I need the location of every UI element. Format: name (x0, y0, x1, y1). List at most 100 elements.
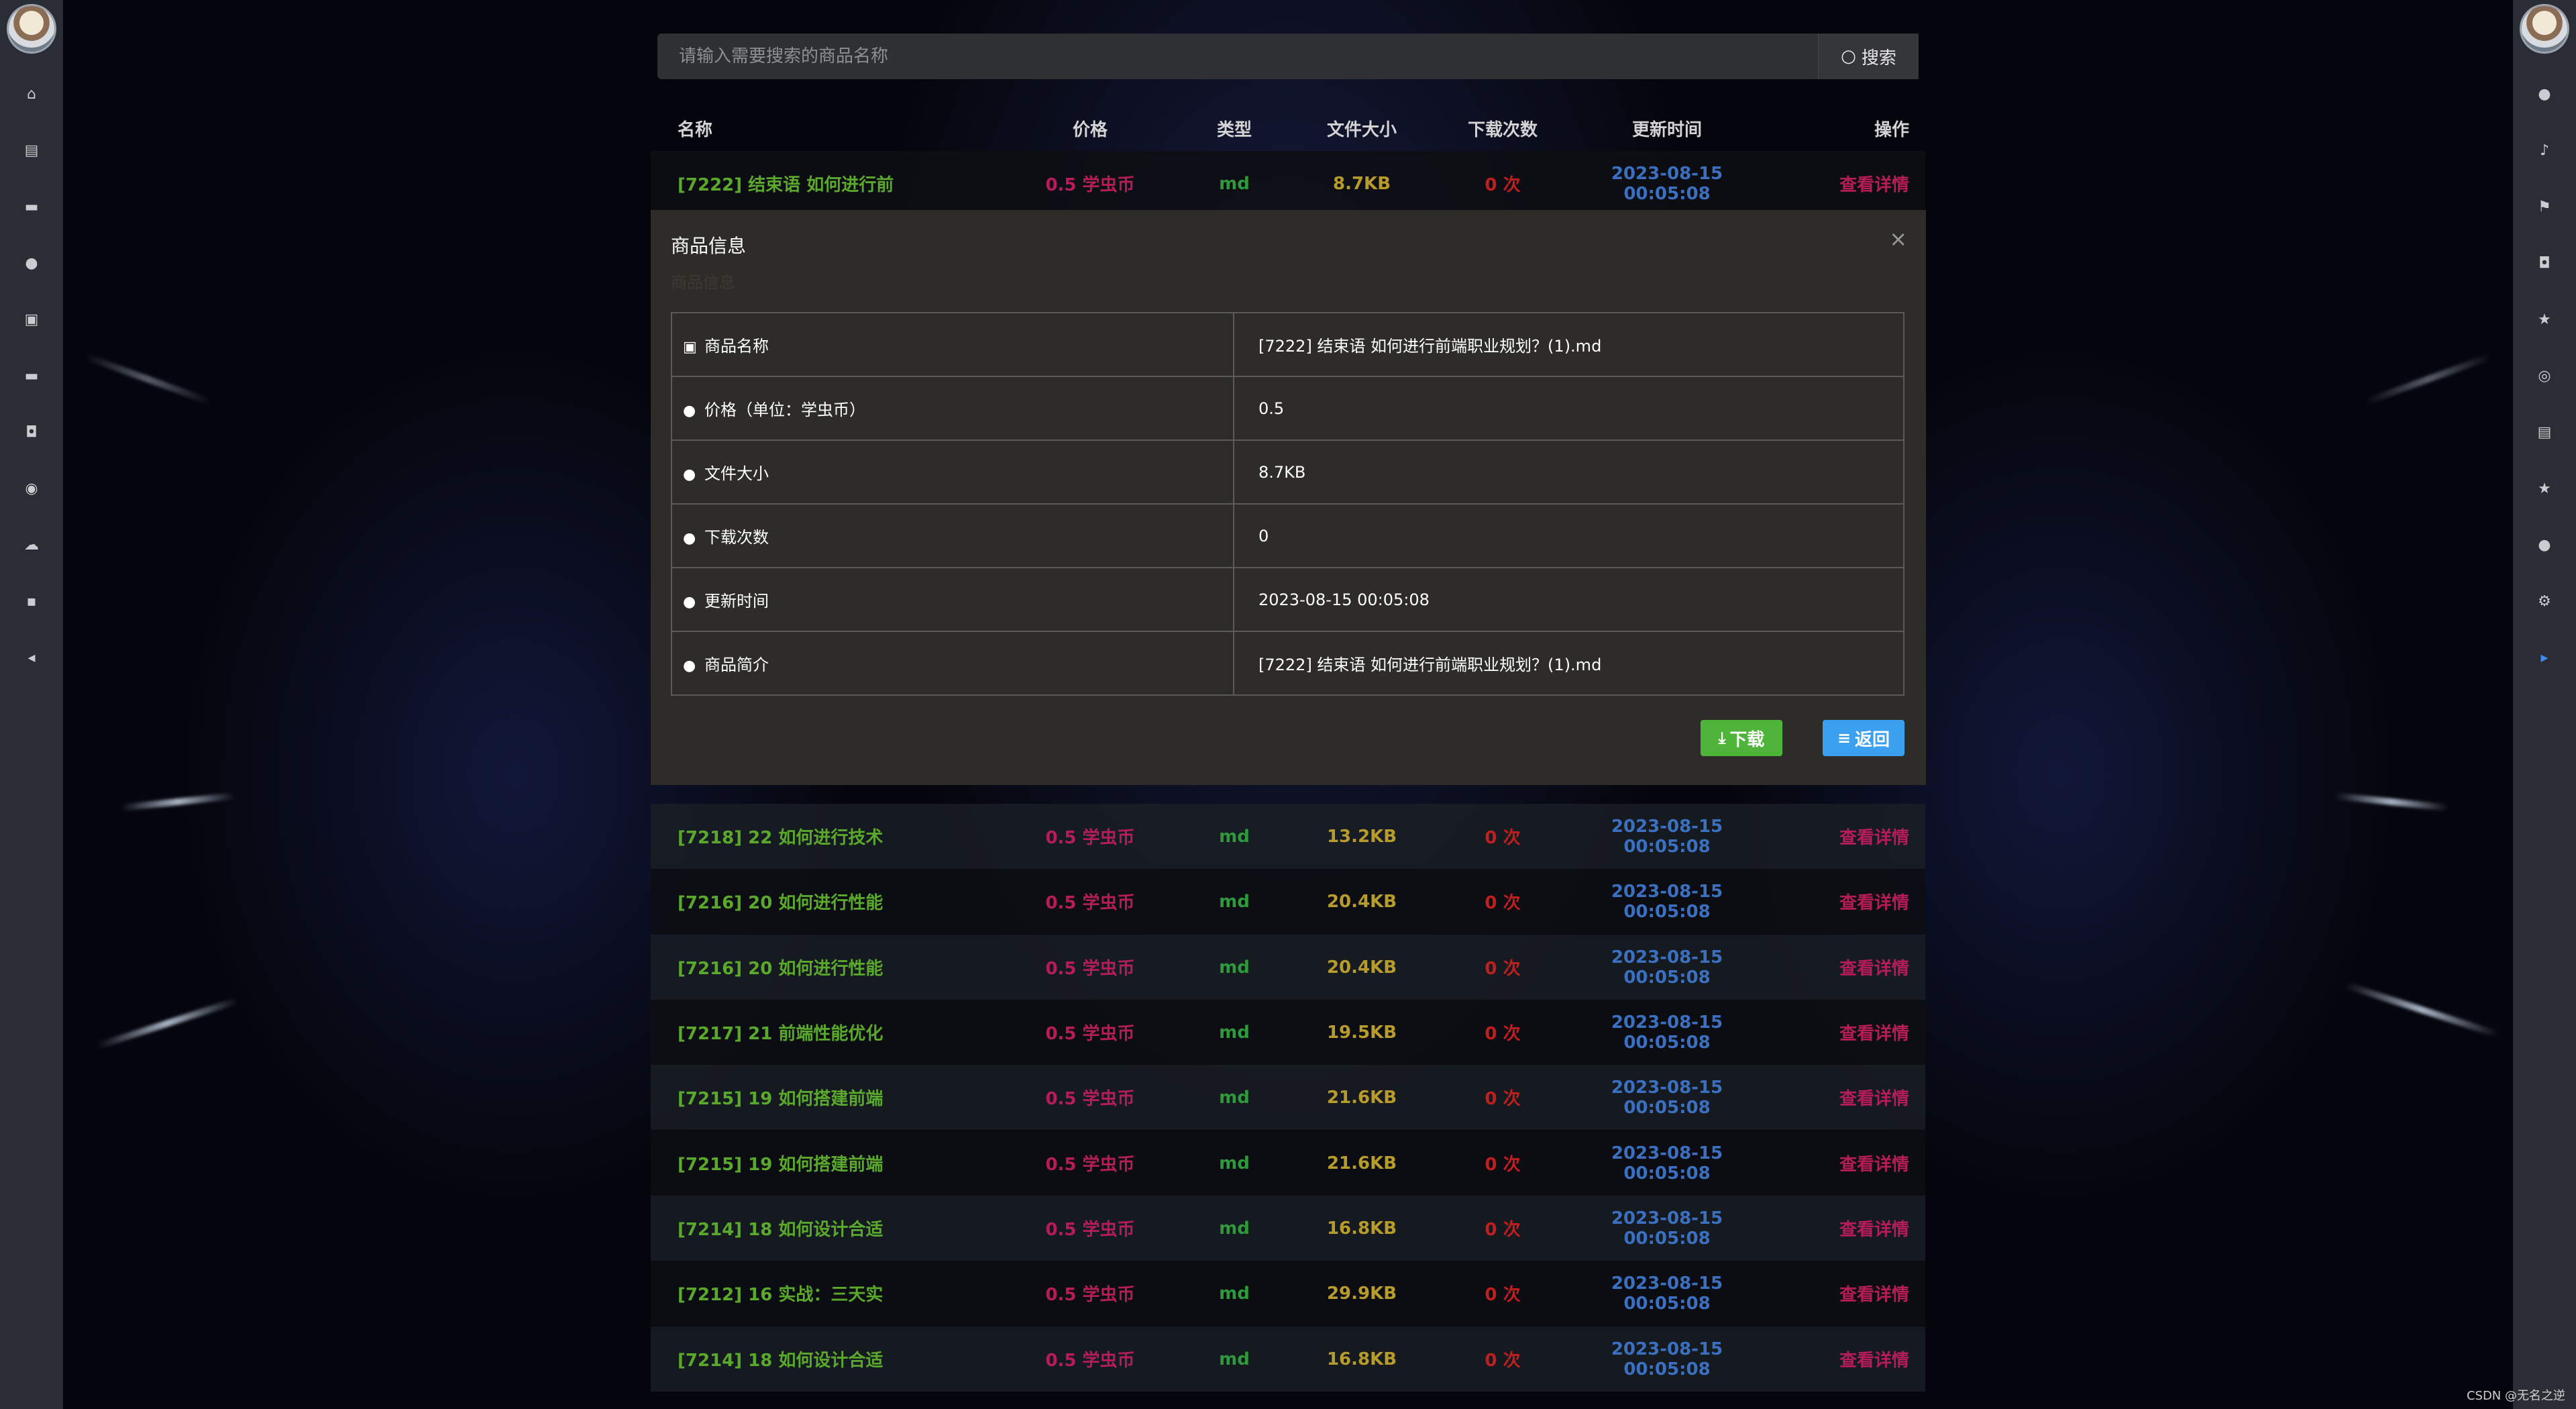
view-details-link[interactable]: 查看详情 (1758, 1085, 1925, 1110)
row-name: [7218] 22 如何进行技术 (678, 828, 883, 848)
info-row: ▣ 商品名称 [7222] 结束语 如何进行前端职业规划？(1).md (671, 312, 1904, 377)
life-ring-icon[interactable]: ◎ (2513, 362, 2576, 389)
document-icon[interactable]: ▤ (2513, 419, 2576, 446)
search-input[interactable] (657, 34, 1798, 79)
download-icon: ⤓ (1718, 729, 1726, 747)
close-icon[interactable]: × (1889, 226, 1907, 252)
search-icon: ○ (1841, 46, 1856, 66)
row-type: md (1219, 826, 1250, 847)
header-downloads: 下载次数 (1467, 119, 1538, 140)
info-row: ● 更新时间 2023-08-15 00:05:08 (671, 567, 1904, 632)
table-row: [7212] 16 实战：三天实 0.5 学虫币 md 29.9KB 0 次 2023-0… (651, 1261, 1925, 1326)
background-light-streak (120, 792, 235, 811)
view-details-link[interactable]: 查看详情 (1758, 1020, 1925, 1045)
info-row: ● 价格（单位：学虫币） 0.5 (671, 376, 1904, 441)
info-label-cell: ● 文件大小 (671, 439, 1234, 505)
view-details-link[interactable]: 查看详情 (1758, 1151, 1925, 1176)
monitor-icon[interactable]: ▬ (0, 362, 63, 389)
star-icon[interactable]: ★ (2513, 306, 2576, 333)
clipboard-icon[interactable]: ▣ (0, 306, 63, 333)
row-price: 0.5 学虫币 (1045, 1351, 1135, 1371)
row-downloads: 0 次 (1485, 1155, 1521, 1175)
row-type: md (1219, 1022, 1250, 1043)
row-size: 13.2KB (1326, 826, 1397, 847)
row-downloads: 0 次 (1485, 1351, 1521, 1371)
flag-icon[interactable]: ⚑ (2513, 193, 2576, 220)
row-type: md (1219, 957, 1250, 978)
background-light-streak (2364, 353, 2493, 405)
download-button[interactable]: ⤓ 下载 (1701, 720, 1782, 756)
view-details-link[interactable]: 查看详情 (1758, 171, 1925, 196)
user-icon[interactable]: ● (0, 250, 63, 276)
background-light-streak (96, 997, 239, 1049)
row-size: 16.8KB (1326, 1349, 1397, 1369)
home-icon[interactable]: ⌂ (0, 81, 63, 107)
info-value: 0.5 (1233, 376, 1904, 441)
row-type: md (1219, 1218, 1250, 1239)
view-details-link[interactable]: 查看详情 (1758, 955, 1925, 980)
row-size: 29.9KB (1326, 1283, 1397, 1304)
table-row: [7215] 19 如何搭建前端 0.5 学虫币 md 21.6KB 0 次 2023-0… (651, 1065, 1925, 1130)
info-label-cell: ● 商品简介 (671, 631, 1234, 696)
gear-icon[interactable]: ⚙ (2513, 588, 2576, 615)
user-icon: ● (683, 594, 696, 611)
view-details-link[interactable]: 查看详情 (1758, 1347, 1925, 1371)
table-row: [7214] 18 如何设计合适 0.5 学虫币 md 16.8KB 0 次 2023-0… (651, 1196, 1925, 1261)
document-icon[interactable]: ▤ (0, 137, 63, 164)
row-downloads: 0 次 (1485, 1024, 1521, 1044)
avatar[interactable] (2520, 4, 2569, 54)
location-pin-icon[interactable]: ◉ (0, 475, 63, 502)
user-icon: ● (683, 403, 696, 419)
car-icon[interactable]: ◘ (0, 419, 63, 446)
row-name: [7216] 20 如何进行性能 (678, 959, 883, 979)
user-icon: ● (683, 658, 696, 674)
info-value: [7222] 结束语 如何进行前端职业规划？(1).md (1233, 312, 1904, 377)
row-type: md (1219, 891, 1250, 912)
row-name: [7215] 19 如何搭建前端 (678, 1089, 883, 1109)
collapse-left-icon[interactable]: ◂ (0, 644, 63, 671)
background-light-streak (2344, 982, 2500, 1038)
monitor-icon[interactable]: ▬ (0, 193, 63, 220)
row-time: 2023-08-15 00:05:08 (1611, 947, 1723, 988)
row-price: 0.5 学虫币 (1045, 1155, 1135, 1175)
bell-icon[interactable]: ♪ (2513, 137, 2576, 164)
avatar[interactable] (7, 4, 56, 54)
row-name: [7215] 19 如何搭建前端 (678, 1155, 883, 1175)
chat-icon[interactable]: ▪ (0, 588, 63, 615)
row-price: 0.5 学虫币 (1045, 1089, 1135, 1109)
right-sidebar: ● ♪ ⚑ ◘ ★ ◎ ▤ ★ ● ⚙ ▸ (2513, 0, 2576, 1409)
user-icon[interactable]: ● (2513, 81, 2576, 107)
row-time: 2023-08-15 00:05:08 (1611, 1012, 1723, 1053)
search-button-label: 搜索 (1861, 48, 1896, 68)
row-price: 0.5 学虫币 (1045, 1285, 1135, 1305)
search-button[interactable]: ○ 搜索 (1818, 34, 1919, 79)
info-label: 下载次数 (704, 528, 769, 547)
row-time: 2023-08-15 00:05:08 (1611, 816, 1723, 857)
row-downloads: 0 次 (1485, 828, 1521, 848)
expand-right-icon[interactable]: ▸ (2513, 644, 2576, 671)
cloud-upload-icon[interactable]: ☁ (0, 531, 63, 558)
view-details-link[interactable]: 查看详情 (1758, 824, 1925, 849)
header-time: 更新时间 (1631, 119, 1702, 140)
car-icon[interactable]: ◘ (2513, 250, 2576, 276)
table-row: [7216] 20 如何进行性能 0.5 学虫币 md 20.4KB 0 次 2023-0… (651, 935, 1925, 1000)
star-icon[interactable]: ★ (2513, 475, 2576, 502)
table-row: [7222] 结束语 如何进行前 0.5 学虫币 md 8.7KB 0 次 2023-08… (651, 151, 1925, 216)
table-row: [7216] 20 如何进行性能 0.5 学虫币 md 20.4KB 0 次 2023-0… (651, 869, 1925, 934)
info-value: 2023-08-15 00:05:08 (1233, 567, 1904, 632)
back-button[interactable]: ≡ 返回 (1823, 720, 1904, 756)
row-size: 20.4KB (1326, 957, 1397, 978)
row-type: md (1219, 1153, 1250, 1173)
info-value: 8.7KB (1233, 439, 1904, 505)
row-size: 19.5KB (1326, 1022, 1397, 1043)
view-details-link[interactable]: 查看详情 (1758, 889, 1925, 914)
user-icon[interactable]: ● (2513, 531, 2576, 558)
row-name: [7214] 18 如何设计合适 (678, 1351, 883, 1371)
view-details-link[interactable]: 查看详情 (1758, 1281, 1925, 1306)
left-sidebar: ⌂ ▤ ▬ ● ▣ ▬ ◘ ◉ ☁ ▪ ◂ (0, 0, 63, 1409)
view-details-link[interactable]: 查看详情 (1758, 1216, 1925, 1241)
info-value: [7222] 结束语 如何进行前端职业规划？(1).md (1233, 631, 1904, 696)
row-size: 21.6KB (1326, 1153, 1397, 1173)
table-row: [7215] 19 如何搭建前端 0.5 学虫币 md 21.6KB 0 次 2023-0… (651, 1131, 1925, 1196)
list-icon: ≡ (1837, 729, 1851, 747)
